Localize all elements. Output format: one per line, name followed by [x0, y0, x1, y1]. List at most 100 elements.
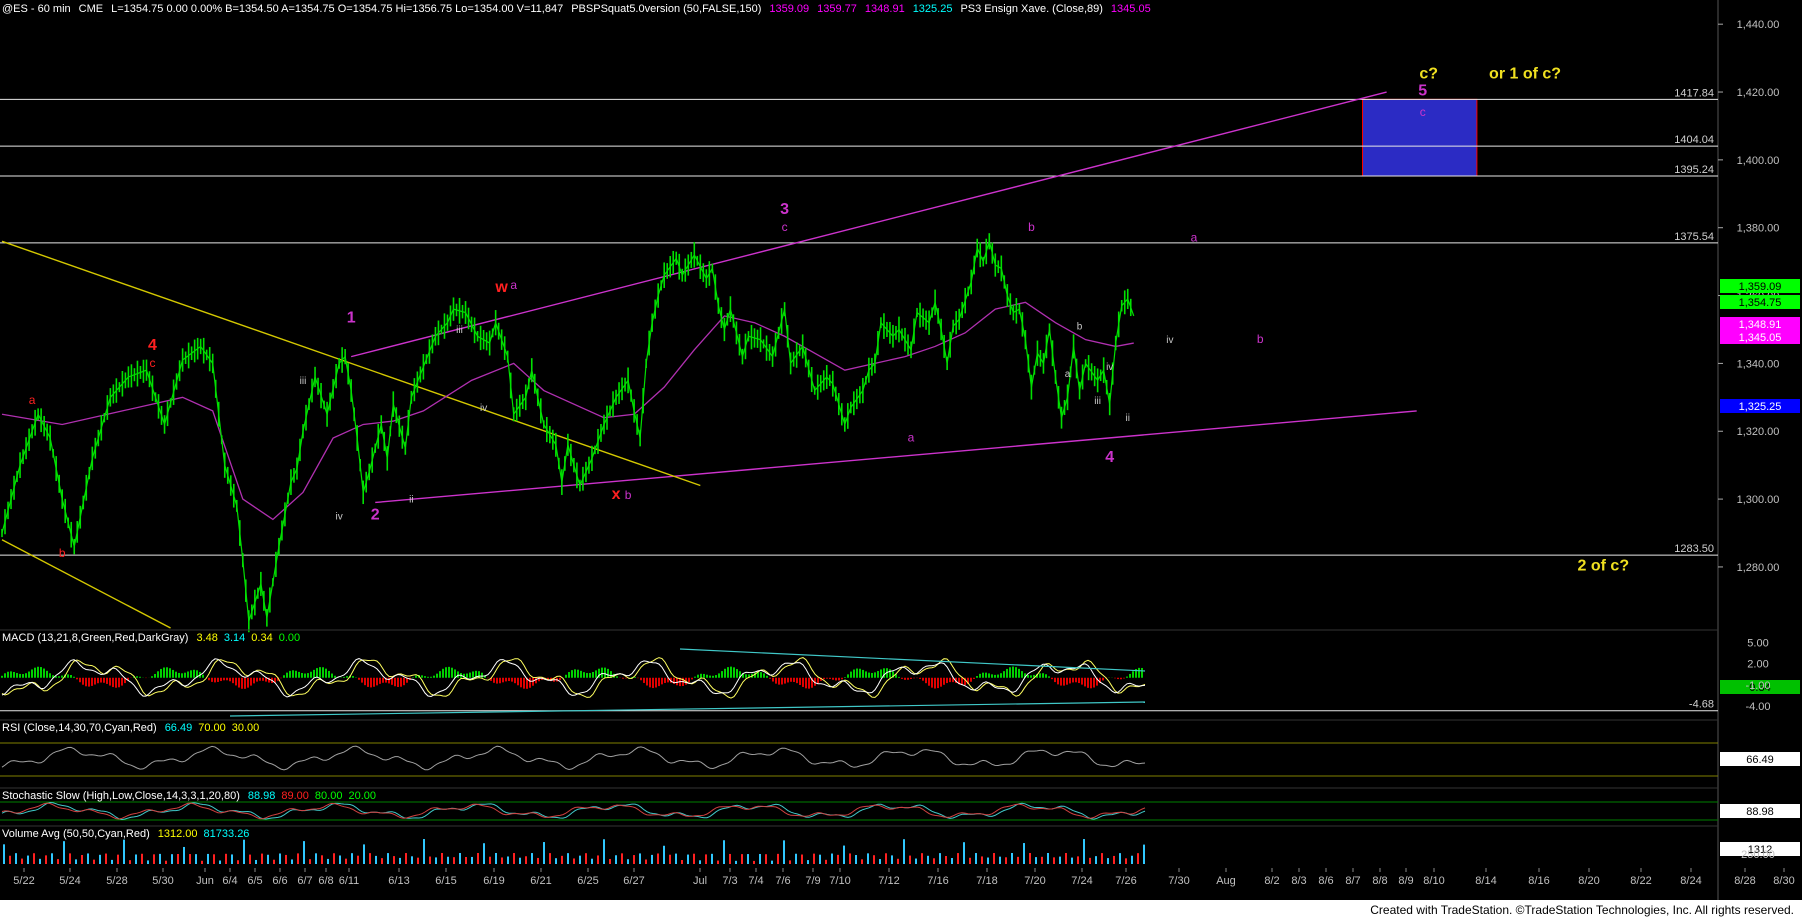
x-tick-label-33: 8/6: [1318, 875, 1333, 887]
x-tick-label-1: 5/24: [59, 875, 80, 887]
panel-value-2-1: 70.00: [198, 722, 226, 734]
price-line: [1, 239, 1135, 622]
x-tick-label-10: 6/11: [339, 875, 360, 887]
panel-value-1-2: 0.34: [251, 632, 272, 644]
rsi-line: [1, 745, 1146, 771]
minor-wave-label-4: iv: [480, 403, 487, 414]
panel-value-1-3: 0.00: [279, 632, 300, 644]
panel-header-3: Stochastic Slow (High,Low,Close,14,3,3,1…: [2, 790, 240, 802]
header-indicator2: PS3 Ensign Xave. (Close,89): [960, 3, 1102, 15]
x-tick-label-11: 6/13: [388, 875, 409, 887]
panel-header-4: Volume Avg (50,50,Cyan,Red): [2, 828, 150, 840]
copyright-text: Created with TradeStation. ©TradeStation…: [1370, 903, 1794, 917]
wave-label-11: c: [782, 220, 788, 234]
wave-label-0: 4: [148, 337, 157, 354]
x-tick-label-7: 6/6: [272, 875, 287, 887]
x-tick-label-39: 8/16: [1528, 875, 1549, 887]
x-tick-label-16: 6/27: [623, 875, 644, 887]
x-tick-label-19: 7/4: [748, 875, 763, 887]
x-tick-label-35: 8/8: [1372, 875, 1387, 887]
x-tick-label-36: 8/9: [1398, 875, 1413, 887]
panel-value-2-0: 66.49: [165, 722, 193, 734]
macd-tick-0: 5.00: [1747, 638, 1768, 650]
wave-label-2: a: [29, 393, 36, 407]
price-tag-label-4: 1,325.25: [1739, 401, 1782, 413]
chart-canvas: 1417.84 1404.04 1395.24 1375.54 1283.50 4 c a b 1…: [0, 0, 1802, 900]
price-tag-label-2: 1,348.91: [1739, 319, 1782, 331]
wave-label-1: c: [150, 356, 156, 370]
x-tick-label-43: 8/28: [1734, 875, 1755, 887]
panel-header-2: RSI (Close,14,30,70,Cyan,Red): [2, 722, 157, 734]
level-label-2: 1395.24: [1674, 164, 1714, 176]
macd-tick-2: -1.00: [1745, 680, 1770, 692]
wave-label-21: 2 of c?: [1578, 557, 1630, 574]
price-tag-label-0: 1,359.09: [1739, 281, 1782, 293]
macd-trend-bottom: [229, 701, 1146, 717]
y-tick-label-0: 1,440.00: [1737, 19, 1780, 31]
wave-label-12: a: [908, 430, 915, 444]
minor-wave-label-10: iv: [1166, 335, 1173, 346]
panel-value-3-1: 89.00: [281, 790, 309, 802]
y-tick-label-7: 1,300.00: [1737, 494, 1780, 506]
level-label-3: 1375.54: [1674, 231, 1714, 243]
x-tick-label-14: 6/21: [530, 875, 551, 887]
macd-tick-1: 2.00: [1747, 659, 1768, 671]
wave-label-16: b: [1257, 332, 1264, 346]
x-tick-label-23: 7/12: [878, 875, 899, 887]
header-text-3: PBSPSquat5.0version (50,FALSE,150): [571, 3, 761, 15]
trend-line-3: [1, 539, 171, 629]
wave-label-10: 3: [780, 201, 789, 218]
minor-wave-label-8: iii: [1094, 396, 1101, 407]
wave-label-9: b: [625, 488, 632, 502]
x-tick-label-32: 8/3: [1291, 875, 1306, 887]
panel-value-4-1: 81733.26: [204, 828, 250, 840]
panel-value-1-0: 3.48: [196, 632, 217, 644]
macd-level-label: -4.68: [1689, 699, 1714, 711]
level-label-1: 1404.04: [1674, 134, 1714, 146]
wave-label-17: c?: [1419, 65, 1438, 82]
y-tick-label-5: 1,340.00: [1737, 358, 1780, 370]
y-tick-label-3: 1,380.00: [1737, 223, 1780, 235]
stoch-k-line: [1, 801, 1146, 821]
header-value-1: 1359.77: [817, 3, 857, 15]
x-tick-label-44: 8/30: [1773, 875, 1794, 887]
footer-bar: Created with TradeStation. ©TradeStation…: [0, 900, 1802, 920]
minor-wave-label-2: ii: [409, 494, 413, 505]
x-tick-label-37: 8/10: [1423, 875, 1444, 887]
y-tick-label-6: 1,320.00: [1737, 426, 1780, 438]
wave-label-4: 1: [347, 310, 356, 327]
header-text-0: @ES - 60 min: [2, 3, 71, 15]
panel-value-3-0: 88.98: [248, 790, 276, 802]
volume-tick-0: 250.00: [1741, 849, 1775, 861]
wave-label-19: 5: [1418, 82, 1427, 99]
y-tick-label-1: 1,420.00: [1737, 87, 1780, 99]
x-tick-label-9: 6/8: [318, 875, 333, 887]
minor-wave-label-0: iii: [300, 376, 307, 387]
wave-label-20: c: [1420, 105, 1426, 119]
trend-line-1: [375, 410, 1417, 504]
level-label-4: 1283.50: [1674, 543, 1714, 555]
x-tick-label-0: 5/22: [13, 875, 34, 887]
x-tick-label-29: 7/30: [1168, 875, 1189, 887]
x-tick-label-38: 8/14: [1475, 875, 1496, 887]
x-tick-label-3: 5/30: [152, 875, 173, 887]
x-tick-label-22: 7/10: [829, 875, 850, 887]
wave-label-7: a: [510, 278, 517, 292]
x-tick-label-5: 6/4: [222, 875, 237, 887]
header-value-3: 1325.25: [913, 3, 953, 15]
level-label-0: 1417.84: [1674, 87, 1714, 99]
x-tick-label-40: 8/20: [1578, 875, 1599, 887]
x-tick-label-17: Jul: [693, 875, 707, 887]
volume-bars: [3, 839, 1145, 864]
price-tag-label-1: 1,354.75: [1739, 297, 1782, 309]
wave-label-18: or 1 of c?: [1489, 65, 1561, 82]
wave-label-5: 2: [371, 506, 380, 523]
macd-histogram: [1, 666, 1143, 689]
wave-label-8: x: [612, 486, 621, 503]
x-tick-label-21: 7/9: [805, 875, 820, 887]
minor-wave-label-9: ii: [1126, 413, 1130, 424]
x-tick-label-2: 5/28: [106, 875, 127, 887]
x-tick-label-6: 6/5: [247, 875, 262, 887]
x-tick-label-26: 7/20: [1024, 875, 1045, 887]
header-value-0: 1359.09: [769, 3, 809, 15]
